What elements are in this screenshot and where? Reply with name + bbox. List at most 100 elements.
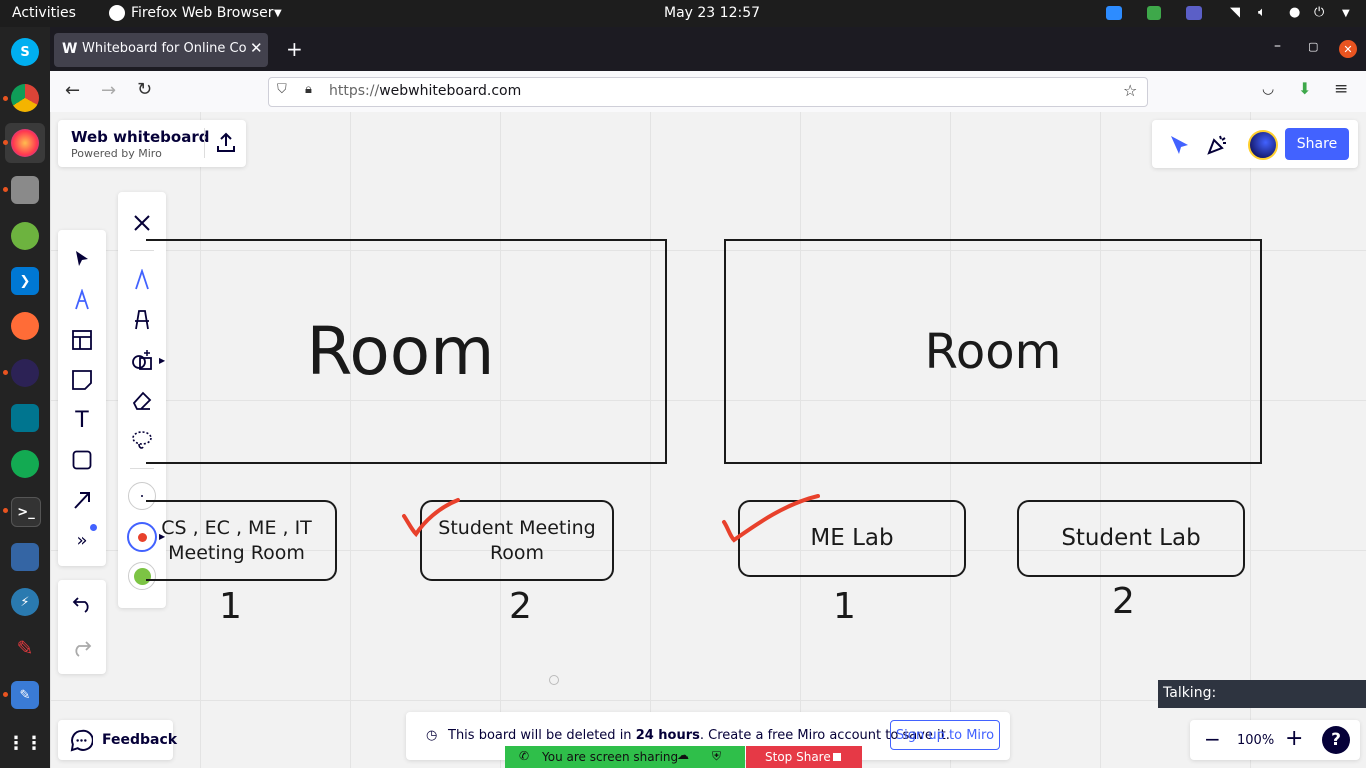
skype-icon[interactable]: S bbox=[11, 38, 39, 66]
cursor-follow-icon[interactable] bbox=[1168, 132, 1192, 160]
firefox-app-icon bbox=[109, 5, 125, 21]
stop-share-label: Stop Share bbox=[765, 750, 831, 764]
celebration-icon[interactable] bbox=[1206, 132, 1230, 160]
pocket-icon[interactable]: ◡ bbox=[1262, 81, 1274, 97]
connector-tool[interactable] bbox=[67, 485, 97, 515]
url-domain: webwhiteboard.com bbox=[379, 83, 522, 99]
zoom-in-button[interactable]: + bbox=[1285, 726, 1303, 751]
tab-favicon-icon: W bbox=[62, 41, 78, 57]
zoom-out-button[interactable]: − bbox=[1204, 727, 1221, 751]
sticky-note[interactable]: CS , EC , ME , IT Meeting Room bbox=[146, 500, 337, 581]
maximize-window-button[interactable]: ▢ bbox=[1308, 40, 1318, 53]
sticky-line: Meeting Room bbox=[168, 541, 305, 564]
notice-text-part: This board will be deleted in bbox=[448, 728, 636, 743]
hamburger-menu-icon[interactable]: ≡ bbox=[1334, 79, 1348, 99]
url-scheme: https:// bbox=[329, 83, 380, 99]
number-label[interactable]: 1 bbox=[219, 586, 242, 627]
help-button[interactable]: ? bbox=[1322, 726, 1350, 754]
tab-title: Whiteboard for Online Co bbox=[82, 41, 247, 56]
download-extension-icon[interactable]: ⬇ bbox=[1298, 79, 1311, 98]
redo-icon bbox=[75, 641, 92, 657]
checkmark-drawing[interactable] bbox=[400, 496, 462, 540]
share-button[interactable]: Share bbox=[1285, 128, 1349, 160]
teams-app-icon[interactable] bbox=[1186, 6, 1202, 20]
divider bbox=[204, 128, 205, 158]
tray-app-icon[interactable] bbox=[1147, 6, 1161, 20]
network-icon[interactable] bbox=[11, 543, 39, 571]
close-icon bbox=[134, 215, 150, 231]
feedback-button[interactable]: Feedback bbox=[58, 720, 177, 760]
url-bar[interactable]: ⛉ 🔒︎ https://webwhiteboard.com ☆ bbox=[268, 77, 1148, 107]
chrome-icon[interactable] bbox=[11, 84, 39, 112]
app-menu[interactable]: Firefox Web Browser bbox=[131, 5, 274, 21]
sticky-note[interactable]: Student Lab bbox=[1017, 500, 1245, 577]
text-tool[interactable]: T bbox=[67, 405, 97, 435]
number-label[interactable]: 2 bbox=[509, 586, 532, 627]
clock[interactable]: May 23 12:57 bbox=[664, 5, 760, 21]
eclipse-icon[interactable] bbox=[11, 359, 39, 387]
browser-tab[interactable]: W Whiteboard for Online Co ✕ bbox=[54, 33, 268, 67]
postman-icon[interactable] bbox=[11, 312, 39, 340]
chevron-down-icon[interactable]: ▼ bbox=[1342, 8, 1350, 19]
minimize-window-button[interactable]: – bbox=[1274, 38, 1281, 54]
cursor-icon bbox=[76, 251, 88, 266]
shape-tool[interactable] bbox=[67, 445, 97, 475]
show-apps-icon[interactable]: ⋮⋮ bbox=[7, 729, 43, 757]
export-button[interactable] bbox=[214, 131, 238, 159]
microphone-icon[interactable]: ● bbox=[1289, 5, 1300, 20]
firefox-icon[interactable] bbox=[11, 129, 39, 157]
square-icon bbox=[72, 450, 92, 470]
mongodb-icon[interactable] bbox=[11, 450, 39, 478]
shield-icon[interactable]: ⛉ bbox=[277, 82, 287, 97]
terminal-icon[interactable]: >_ bbox=[11, 497, 41, 527]
pencil-app-icon[interactable]: ✎ bbox=[11, 634, 39, 662]
undo-button[interactable] bbox=[67, 590, 97, 620]
bookmark-star-icon[interactable]: ☆ bbox=[1123, 81, 1137, 100]
number-label[interactable]: 2 bbox=[1112, 581, 1135, 622]
files-icon[interactable] bbox=[11, 176, 39, 204]
zoom-level[interactable]: 100% bbox=[1237, 733, 1274, 748]
redo-button[interactable] bbox=[67, 634, 97, 664]
running-indicator bbox=[3, 370, 8, 375]
flash-icon[interactable]: ⚡ bbox=[11, 588, 39, 616]
sticky-note-text: ME Lab bbox=[810, 525, 894, 551]
close-window-button[interactable]: ✕ bbox=[1339, 40, 1357, 58]
power-icon[interactable]: ⏻ bbox=[1314, 5, 1324, 20]
select-tool[interactable] bbox=[67, 244, 97, 274]
checkmark-drawing[interactable] bbox=[720, 490, 822, 546]
stop-share-button[interactable]: Stop Share bbox=[746, 746, 862, 768]
wifi-icon[interactable]: ◥ bbox=[1230, 5, 1240, 20]
close-tab-icon[interactable]: ✕ bbox=[250, 39, 263, 57]
running-indicator bbox=[3, 140, 8, 145]
number-label[interactable]: 1 bbox=[833, 586, 856, 627]
user-avatar[interactable] bbox=[1248, 130, 1278, 160]
new-tab-button[interactable]: + bbox=[286, 37, 303, 61]
brand-panel: Web whiteboard Powered by Miro bbox=[58, 120, 246, 167]
main-toolbar: T » bbox=[58, 230, 106, 566]
room-frame-2[interactable]: Room bbox=[724, 239, 1262, 464]
text-editor-icon[interactable]: ✎ bbox=[11, 681, 39, 709]
mysql-workbench-icon[interactable] bbox=[11, 404, 39, 432]
templates-tool[interactable] bbox=[67, 325, 97, 355]
activities-button[interactable]: Activities bbox=[12, 5, 76, 21]
spring-icon[interactable] bbox=[11, 222, 39, 250]
close-pen-panel-button[interactable] bbox=[127, 208, 157, 238]
sticky-note-tool[interactable] bbox=[67, 365, 97, 395]
forward-button[interactable]: → bbox=[101, 80, 116, 101]
lock-icon[interactable]: 🔒︎ bbox=[305, 82, 312, 97]
reload-button[interactable]: ↻ bbox=[137, 79, 152, 100]
vscode-icon[interactable]: ❯ bbox=[11, 267, 39, 295]
divider bbox=[130, 468, 154, 469]
running-indicator bbox=[3, 692, 8, 697]
room-label: Room bbox=[306, 313, 495, 390]
sticky-note-text: CS , EC , ME , IT Meeting Room bbox=[161, 516, 312, 566]
screen-sharing-bar: ✆ You are screen sharing ☁ ⛨ bbox=[505, 746, 745, 768]
back-button[interactable]: ← bbox=[65, 80, 80, 101]
volume-icon[interactable]: 🔈︎ bbox=[1258, 5, 1266, 20]
sign-up-button[interactable]: Sign up to Miro bbox=[890, 720, 1000, 750]
pen-tool[interactable] bbox=[67, 285, 97, 315]
sticky-note-text: Student Lab bbox=[1061, 525, 1201, 551]
zoom-app-icon[interactable] bbox=[1106, 6, 1122, 20]
talking-indicator: Talking: bbox=[1158, 680, 1366, 708]
room-frame-1[interactable]: Room bbox=[146, 239, 667, 464]
